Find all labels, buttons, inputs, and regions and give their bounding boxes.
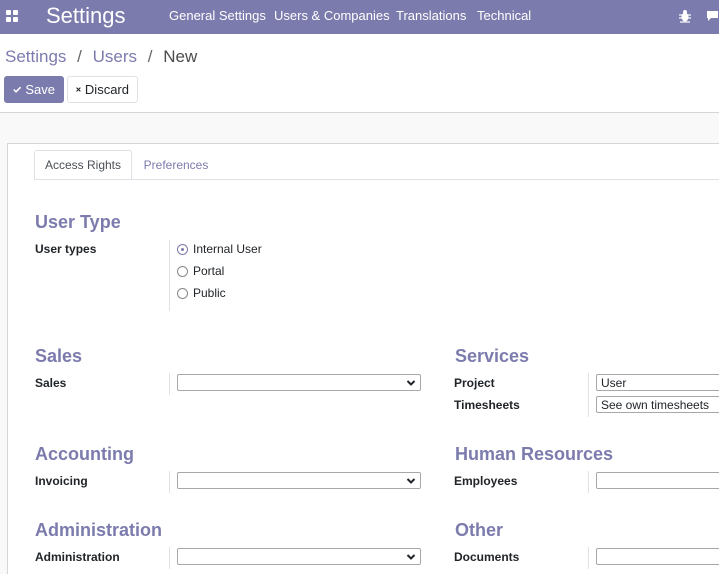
radio-label: Internal User [193, 242, 262, 256]
save-button-label: Save [25, 82, 55, 97]
field-separator [169, 471, 170, 493]
menu-technical[interactable]: Technical [477, 8, 531, 23]
field-label-administration: Administration [35, 550, 120, 564]
chat-icon[interactable] [706, 10, 719, 22]
check-icon [13, 86, 22, 93]
radio-label: Public [193, 286, 226, 300]
group-title-accounting: Accounting [35, 444, 134, 464]
group-title-other: Other [455, 520, 504, 540]
project-select[interactable]: User [596, 374, 719, 391]
bug-icon[interactable] [678, 9, 692, 23]
group-title-human-resources: Human Resources [455, 444, 614, 464]
field-label-timesheets: Timesheets [454, 398, 520, 412]
radio-internal-user[interactable]: Internal User [177, 242, 262, 256]
menu-users-companies[interactable]: Users & Companies [274, 8, 390, 23]
tab-divider [34, 179, 719, 180]
form-sheet [7, 143, 719, 574]
close-icon [76, 87, 81, 92]
field-separator [588, 471, 589, 493]
field-separator [588, 373, 589, 417]
group-title-services: Services [455, 346, 530, 366]
field-label-documents: Documents [454, 550, 520, 564]
apps-menu-icon[interactable] [6, 10, 18, 22]
group-title-sales: Sales [35, 346, 83, 366]
discard-button-label: Discard [84, 82, 129, 97]
radio-portal[interactable]: Portal [177, 264, 224, 278]
radio-public[interactable]: Public [177, 286, 226, 300]
field-separator [588, 547, 589, 569]
field-separator [169, 547, 170, 569]
field-label-user-types: User types [35, 242, 97, 256]
discard-button[interactable]: Discard [67, 76, 138, 103]
breadcrumb-separator: / [77, 47, 82, 66]
top-navbar: Settings General Settings Users & Compan… [0, 0, 719, 34]
select-value: User [601, 375, 627, 390]
chevron-down-icon [406, 554, 416, 560]
documents-select[interactable] [596, 548, 719, 565]
radio-button[interactable] [177, 265, 188, 277]
breadcrumb-settings[interactable]: Settings [5, 47, 66, 66]
radio-button-checked[interactable] [177, 243, 188, 255]
invoicing-select[interactable] [177, 472, 421, 489]
app-brand[interactable]: Settings [46, 3, 126, 29]
radio-button[interactable] [177, 287, 188, 299]
select-value: See own timesheets [601, 397, 710, 412]
field-separator [169, 373, 170, 395]
menu-general-settings[interactable]: General Settings [169, 8, 266, 23]
administration-select[interactable] [177, 548, 421, 565]
field-label-sales: Sales [35, 376, 67, 390]
tab-preferences[interactable]: Preferences [132, 150, 220, 180]
sales-select[interactable] [177, 374, 421, 391]
field-label-employees: Employees [454, 474, 518, 488]
field-label-project: Project [454, 376, 495, 390]
breadcrumb-separator: / [147, 47, 153, 66]
radio-label: Portal [193, 264, 225, 278]
save-button[interactable]: Save [4, 76, 64, 103]
group-title-administration: Administration [35, 520, 163, 540]
chevron-down-icon [406, 380, 416, 386]
menu-translations[interactable]: Translations [396, 8, 466, 23]
timesheets-select[interactable]: See own timesheets [596, 396, 719, 413]
breadcrumb: Settings / Users / New [5, 47, 197, 67]
field-separator [169, 240, 170, 311]
tab-access-rights[interactable]: Access Rights [34, 150, 132, 180]
employees-select[interactable] [596, 472, 719, 489]
chevron-down-icon [406, 478, 416, 484]
group-title-user-type: User Type [35, 212, 121, 232]
breadcrumb-current: New [163, 47, 198, 66]
breadcrumb-users[interactable]: Users [93, 47, 137, 66]
field-label-invoicing: Invoicing [35, 474, 88, 488]
